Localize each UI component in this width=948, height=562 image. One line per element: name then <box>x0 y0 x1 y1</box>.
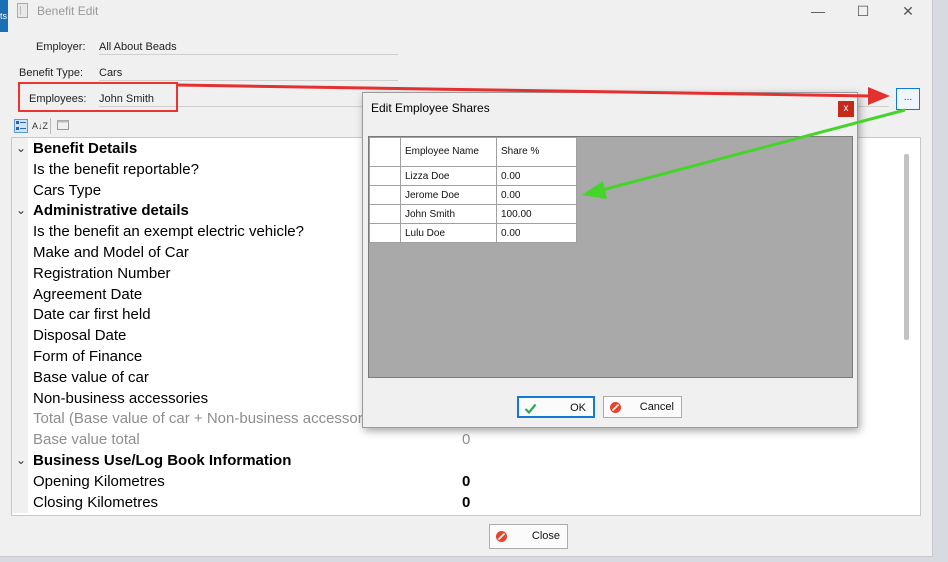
red-arrow-line <box>177 83 871 98</box>
annotation-arrows <box>177 83 906 199</box>
green-arrowhead <box>582 181 607 199</box>
red-arrowhead <box>868 87 890 105</box>
green-arrow-line <box>601 108 906 192</box>
